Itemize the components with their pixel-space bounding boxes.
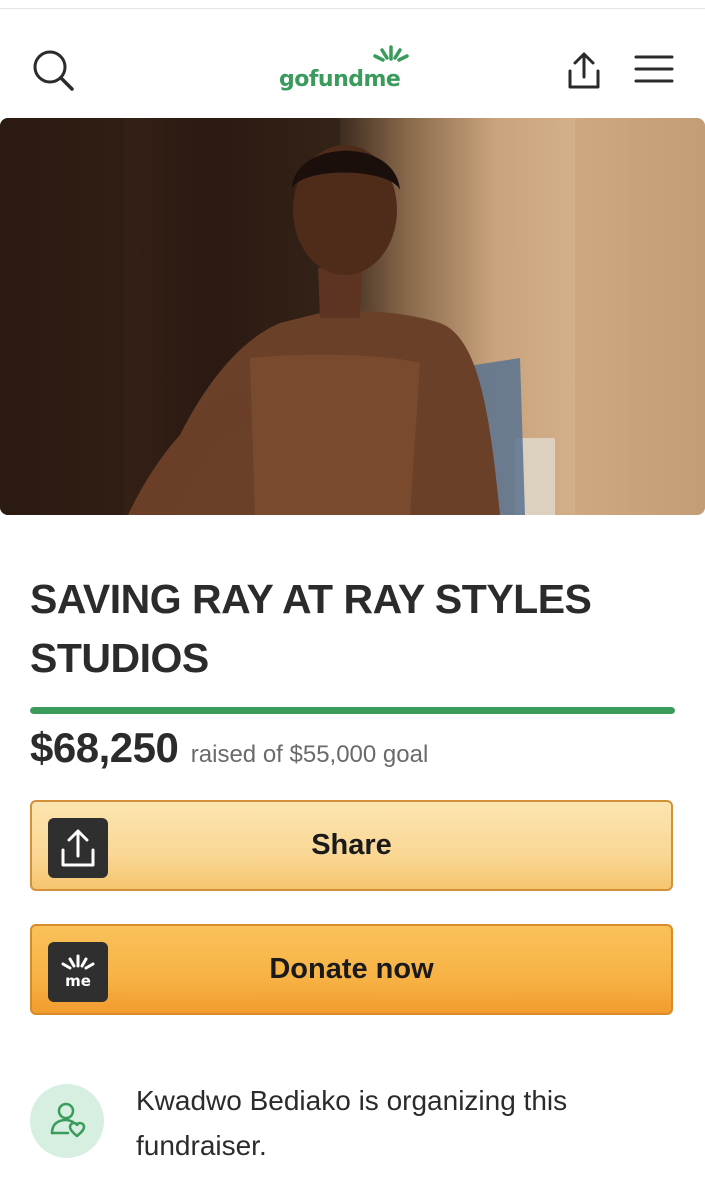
raised-amount: $68,250 xyxy=(30,724,179,771)
search-button[interactable] xyxy=(30,47,78,95)
logo-text: gofundme xyxy=(279,67,401,92)
donate-button-label: Donate now xyxy=(269,953,434,985)
campaign-hero-image[interactable] xyxy=(0,118,705,515)
hero-photo xyxy=(0,118,705,515)
organizer-text: Kwadwo Bediako is organizing this fundra… xyxy=(136,1085,568,1161)
raised-goal-text: raised of $55,000 goal xyxy=(190,741,429,768)
person-heart-icon xyxy=(50,1102,86,1138)
progress-bar xyxy=(30,707,675,714)
gofundme-logo[interactable]: gofundme xyxy=(276,45,432,97)
menu-button[interactable] xyxy=(632,49,676,89)
raised-summary: $68,250 raised of $55,000 goal xyxy=(30,724,675,784)
campaign-title: SAVING RAY AT RAY STYLES STUDIOS xyxy=(30,576,592,681)
share-icon xyxy=(568,52,600,89)
header: gofundme xyxy=(0,9,705,117)
share-button[interactable]: Share xyxy=(30,800,673,891)
header-share-button[interactable] xyxy=(562,45,606,93)
hamburger-menu-icon xyxy=(634,55,674,83)
share-button-label: Share xyxy=(311,829,392,861)
organizer-avatar xyxy=(30,1084,104,1158)
progress-bar-fill xyxy=(30,707,675,714)
search-icon xyxy=(33,50,74,91)
donate-button[interactable]: me Donate now xyxy=(30,924,673,1015)
logo-burst-icon xyxy=(373,45,409,62)
